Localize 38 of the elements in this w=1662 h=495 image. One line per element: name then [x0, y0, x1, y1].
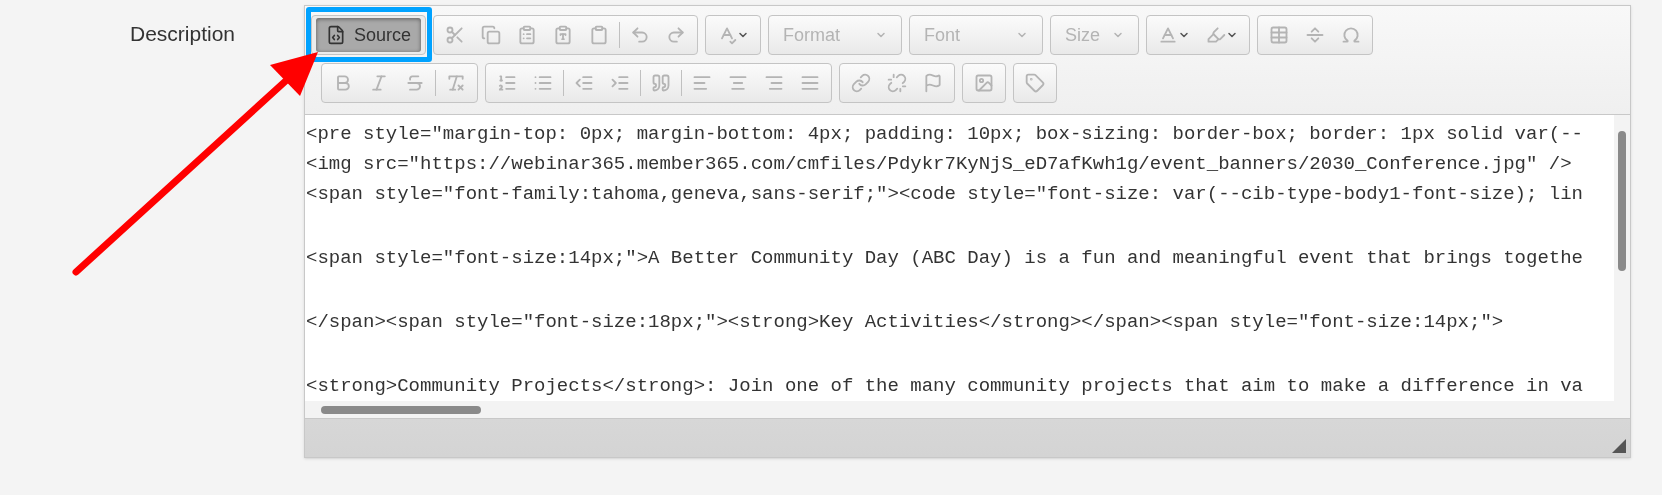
source-button[interactable]: Source: [316, 18, 422, 52]
horizontal-scrollbar[interactable]: [305, 401, 1630, 418]
redo-icon: [666, 25, 687, 45]
file-code-icon: [326, 25, 346, 45]
bulleted-list-icon: [533, 73, 553, 93]
code-line: <strong>Community Projects</strong>: Join one of the many community projects that aim to make a difference in va: [306, 374, 1583, 399]
image-icon: [974, 73, 994, 93]
vertical-scrollbar[interactable]: [1614, 115, 1630, 403]
flag-icon: [923, 73, 943, 93]
text-color-icon: [1158, 25, 1179, 45]
unlink-icon: [887, 73, 907, 93]
remove-format-icon: [446, 73, 466, 93]
code-line: <span style="font-family:tahoma,geneva,sans-serif;"><code style="font-size: var(--cib-type-body1-font-size); lin: [306, 182, 1583, 207]
code-line: <span style="font-size:14px;">A Better Community Day (ABC Day) is a fun and meaningful event that brings togethe: [306, 246, 1583, 271]
code-line: </span><span style="font-size:18px;"><strong>Key Activities</strong></span><span style="font-size:14px;">: [306, 310, 1504, 335]
paste-icon: [517, 25, 538, 45]
tag-icon: [1025, 73, 1045, 93]
strikethrough-icon: [405, 73, 425, 93]
paste-text-icon: [553, 25, 574, 45]
indent-icon: [610, 73, 630, 93]
omega-icon: [1341, 25, 1362, 45]
cut-icon: [445, 25, 466, 45]
align-right-icon: [764, 73, 784, 93]
italic-icon: [369, 73, 389, 93]
outdent-icon: [574, 73, 594, 93]
align-center-icon: [728, 73, 748, 93]
table-icon: [1269, 25, 1290, 45]
justify-icon: [800, 73, 820, 93]
resize-handle-icon[interactable]: [1612, 439, 1626, 453]
numbered-list-icon: [497, 73, 517, 93]
link-icon: [851, 73, 871, 93]
copy-icon: [481, 25, 502, 45]
horizontal-line-icon: [1305, 25, 1326, 45]
code-line: <img src="https://webinar365.member365.com/cmfiles/Pdykr7KyNjS_eD7afKwh1g/event_banners/2030_Conference.jpg" />: [306, 152, 1572, 177]
code-line: <pre style="margin-top: 0px; margin-bottom: 4px; padding: 10px; box-sizing: border-box; border: 1px solid var(--: [306, 122, 1583, 147]
field-label: Description: [130, 22, 236, 45]
quote-icon: [651, 73, 671, 93]
align-left-icon: [692, 73, 712, 93]
